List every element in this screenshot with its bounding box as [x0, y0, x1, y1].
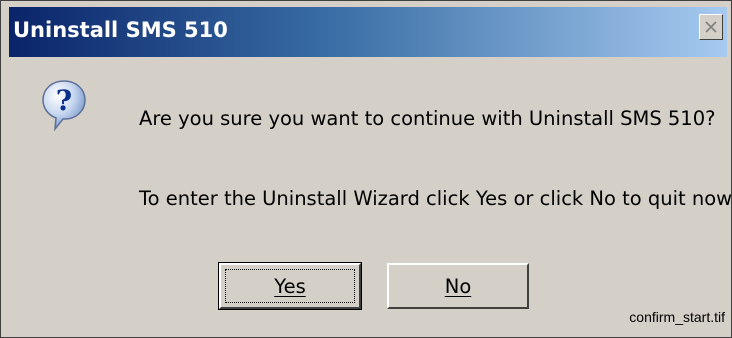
no-button[interactable]: No [387, 263, 529, 309]
no-button-label: No [444, 274, 472, 298]
close-button[interactable] [699, 14, 723, 40]
image-filename-caption: confirm_start.tif [629, 309, 725, 325]
focus-rectangle [225, 269, 355, 303]
close-icon [704, 20, 718, 34]
question-icon: ? [41, 79, 87, 133]
confirmation-message: Are you sure you want to continue with U… [139, 107, 716, 130]
uninstall-dialog: Uninstall SMS 510 ? Are you sure you wan… [0, 0, 732, 338]
instruction-message: To enter the Uninstall Wizard click Yes … [139, 187, 732, 210]
title-bar[interactable]: Uninstall SMS 510 [9, 7, 727, 57]
window-title: Uninstall SMS 510 [13, 18, 228, 42]
yes-button[interactable]: Yes [218, 262, 362, 310]
svg-text:?: ? [56, 84, 72, 117]
